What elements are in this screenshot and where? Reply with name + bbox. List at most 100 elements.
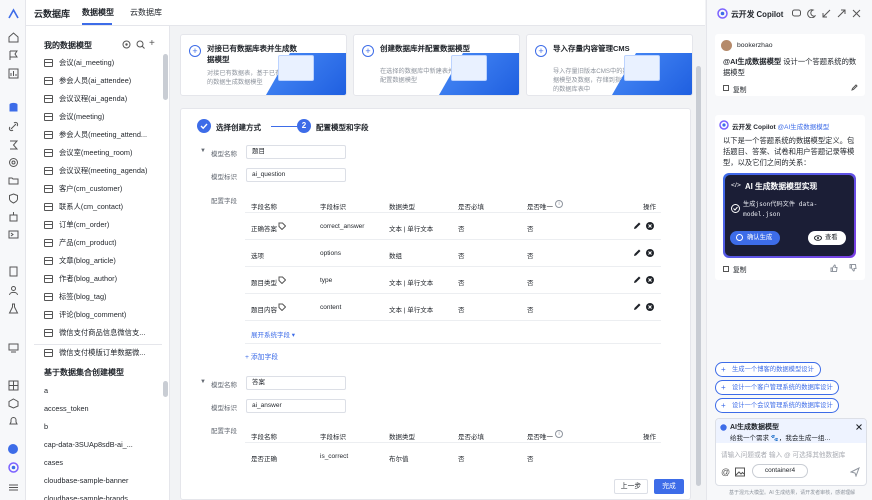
user-icon[interactable] bbox=[6, 283, 20, 297]
sidebar-model-item[interactable]: 微信支付模版订单数据微... bbox=[26, 344, 156, 362]
confirm-generate-button[interactable]: 确认生成 bbox=[730, 231, 780, 245]
done-button[interactable]: 完成 bbox=[654, 479, 684, 494]
account-avatar[interactable] bbox=[6, 442, 20, 456]
flag-icon[interactable] bbox=[6, 48, 20, 62]
shield-icon[interactable] bbox=[6, 191, 20, 205]
suggestion-chip[interactable]: 设计一个会议管理系统的数据库设计 bbox=[715, 398, 839, 413]
close-icon[interactable] bbox=[852, 9, 861, 18]
sidebar-model-item[interactable]: 产品(cm_product) bbox=[26, 234, 156, 252]
sidebar-model-item[interactable]: 作者(blog_author) bbox=[26, 270, 156, 288]
main-scrollbar[interactable] bbox=[696, 66, 701, 486]
sidebar-model-item[interactable]: 联系人(cm_contact) bbox=[26, 198, 156, 216]
container-selector[interactable]: container4 bbox=[752, 464, 808, 478]
sidebar-model-item[interactable]: 标签(blog_tag) bbox=[26, 288, 156, 306]
collection-item[interactable]: cloudbase-sample-banner bbox=[44, 476, 128, 485]
delete-icon[interactable] bbox=[646, 276, 654, 284]
sidebar-model-item[interactable]: 会议议程(ai_agenda) bbox=[26, 90, 156, 108]
at-icon[interactable]: @ bbox=[721, 467, 730, 477]
sidebar-model-item[interactable]: 会议室(meeting_room) bbox=[26, 144, 156, 162]
expand-system-fields-link[interactable]: 展开系统字段 ▾ bbox=[251, 329, 295, 339]
collection-item[interactable]: cap-data-3SUAp8sdB-ai_... bbox=[44, 440, 133, 449]
sidebar-scrollbar-bottom[interactable] bbox=[163, 381, 168, 397]
edit-icon[interactable] bbox=[633, 303, 641, 311]
grid-icon[interactable] bbox=[6, 378, 20, 392]
book-icon[interactable] bbox=[6, 264, 20, 278]
cube-icon[interactable] bbox=[6, 396, 20, 410]
search-icon[interactable] bbox=[136, 40, 145, 49]
edit-icon[interactable] bbox=[633, 276, 641, 284]
delete-icon[interactable] bbox=[646, 303, 654, 311]
edit-icon[interactable] bbox=[633, 249, 641, 257]
flask-icon[interactable] bbox=[6, 301, 20, 315]
sidebar-model-item[interactable]: 客户(cm_customer) bbox=[26, 180, 156, 198]
expand-icon[interactable] bbox=[837, 9, 846, 18]
view-button[interactable]: 查看 bbox=[808, 231, 846, 245]
sidebar-model-item[interactable]: 订单(cm_order) bbox=[26, 216, 156, 234]
menu-icon[interactable] bbox=[6, 480, 20, 494]
thumbs-down-icon[interactable] bbox=[849, 264, 857, 272]
collapse-caret-icon[interactable]: ▼ bbox=[200, 379, 206, 385]
sidebar-model-item[interactable]: 微信支付商品信息微信支... bbox=[26, 324, 156, 342]
sidebar-model-item[interactable]: 会议(meeting) bbox=[26, 108, 156, 126]
folder-icon[interactable] bbox=[6, 173, 20, 187]
collection-item[interactable]: a bbox=[44, 386, 48, 395]
step-2-number: 2 bbox=[297, 119, 311, 133]
moon-icon[interactable] bbox=[807, 9, 816, 18]
sidebar-model-item[interactable]: 会议(ai_meeting) bbox=[26, 54, 156, 72]
model-name-input[interactable]: 题目 bbox=[246, 145, 346, 159]
tab-data-model[interactable]: 数据模型 bbox=[82, 7, 114, 18]
model-name-input[interactable]: 答案 bbox=[246, 376, 346, 390]
card-connect-existing[interactable]: + 对接已有数据库表并生成数据模型 对接已有数据表，基于已有的数据生成数据模型 bbox=[180, 34, 347, 96]
previous-step-button[interactable]: 上一步 bbox=[614, 479, 648, 494]
settings-icon[interactable] bbox=[6, 155, 20, 169]
sidebar-model-item[interactable]: 文章(blog_article) bbox=[26, 252, 156, 270]
copy-icon[interactable] bbox=[723, 84, 730, 91]
thumbs-up-icon[interactable] bbox=[830, 264, 838, 272]
tab-cloud-database[interactable]: 云数据库 bbox=[130, 7, 162, 18]
database-icon[interactable] bbox=[6, 100, 20, 114]
copy-button[interactable]: 复制 bbox=[733, 84, 747, 94]
add-field-button[interactable]: + 添加字段 bbox=[245, 351, 278, 361]
suggestion-chip[interactable]: 设计一个客户管理系统的数据库设计 bbox=[715, 380, 839, 395]
chart-icon[interactable] bbox=[6, 66, 20, 80]
suggestion-chip[interactable]: 生成一个博客的数据模型设计 bbox=[715, 362, 821, 377]
edit-icon[interactable] bbox=[633, 222, 641, 230]
collapse-caret-icon[interactable]: ▼ bbox=[200, 148, 206, 154]
copy-button[interactable]: 复制 bbox=[733, 264, 747, 274]
collection-item[interactable]: b bbox=[44, 422, 48, 431]
bell-icon[interactable] bbox=[6, 414, 20, 428]
delete-icon[interactable] bbox=[646, 249, 654, 257]
model-id-input[interactable]: ai_question bbox=[246, 168, 346, 182]
copilot-logo-icon[interactable] bbox=[6, 460, 20, 474]
card-import-cms[interactable]: + 导入存量内容管理CMS 导入存量旧版本CMS中的数据模型及数据，存储到指定的… bbox=[526, 34, 693, 96]
sidebar-model-item[interactable]: 会议议程(meeting_agenda) bbox=[26, 162, 156, 180]
minimize-icon[interactable] bbox=[822, 9, 831, 18]
sidebar-model-item[interactable]: 评论(blog_comment) bbox=[26, 306, 156, 324]
model-id-input[interactable]: ai_answer bbox=[246, 399, 346, 413]
gear-icon[interactable] bbox=[122, 40, 131, 49]
copy-icon[interactable] bbox=[723, 265, 730, 272]
terminal-icon[interactable] bbox=[6, 227, 20, 241]
sidebar-model-item[interactable]: 参会人员(meeting_attend... bbox=[26, 126, 156, 144]
delete-icon[interactable] bbox=[646, 222, 654, 230]
sidebar-scrollbar-top[interactable] bbox=[163, 54, 168, 100]
add-model-icon[interactable]: + bbox=[149, 39, 155, 49]
edit-icon[interactable] bbox=[851, 84, 858, 91]
image-icon[interactable] bbox=[735, 467, 745, 477]
cloud-function-icon[interactable] bbox=[6, 137, 20, 151]
sidebar-model-item[interactable]: 参会人员(ai_attendee) bbox=[26, 72, 156, 90]
card-create-database[interactable]: + 创建数据库并配置数据模型 在选择的数据库中新建表并配置数据模型 bbox=[353, 34, 520, 96]
close-icon[interactable] bbox=[856, 424, 862, 430]
send-icon[interactable] bbox=[850, 467, 860, 477]
collection-item[interactable]: access_token bbox=[44, 404, 89, 413]
robot-icon[interactable] bbox=[6, 209, 20, 223]
collection-item[interactable]: cloudbase-sample-brands bbox=[44, 494, 128, 500]
link-icon[interactable] bbox=[6, 119, 20, 133]
chat-icon[interactable] bbox=[792, 9, 801, 18]
chat-input[interactable]: 请输入问题或者 输入 @ 可选择其他数据库 bbox=[721, 449, 845, 459]
info-icon[interactable]: i bbox=[555, 430, 563, 438]
monitor-icon[interactable] bbox=[6, 340, 20, 354]
collection-item[interactable]: cases bbox=[44, 458, 63, 467]
home-icon[interactable] bbox=[6, 30, 20, 44]
info-icon[interactable]: i bbox=[555, 200, 563, 208]
